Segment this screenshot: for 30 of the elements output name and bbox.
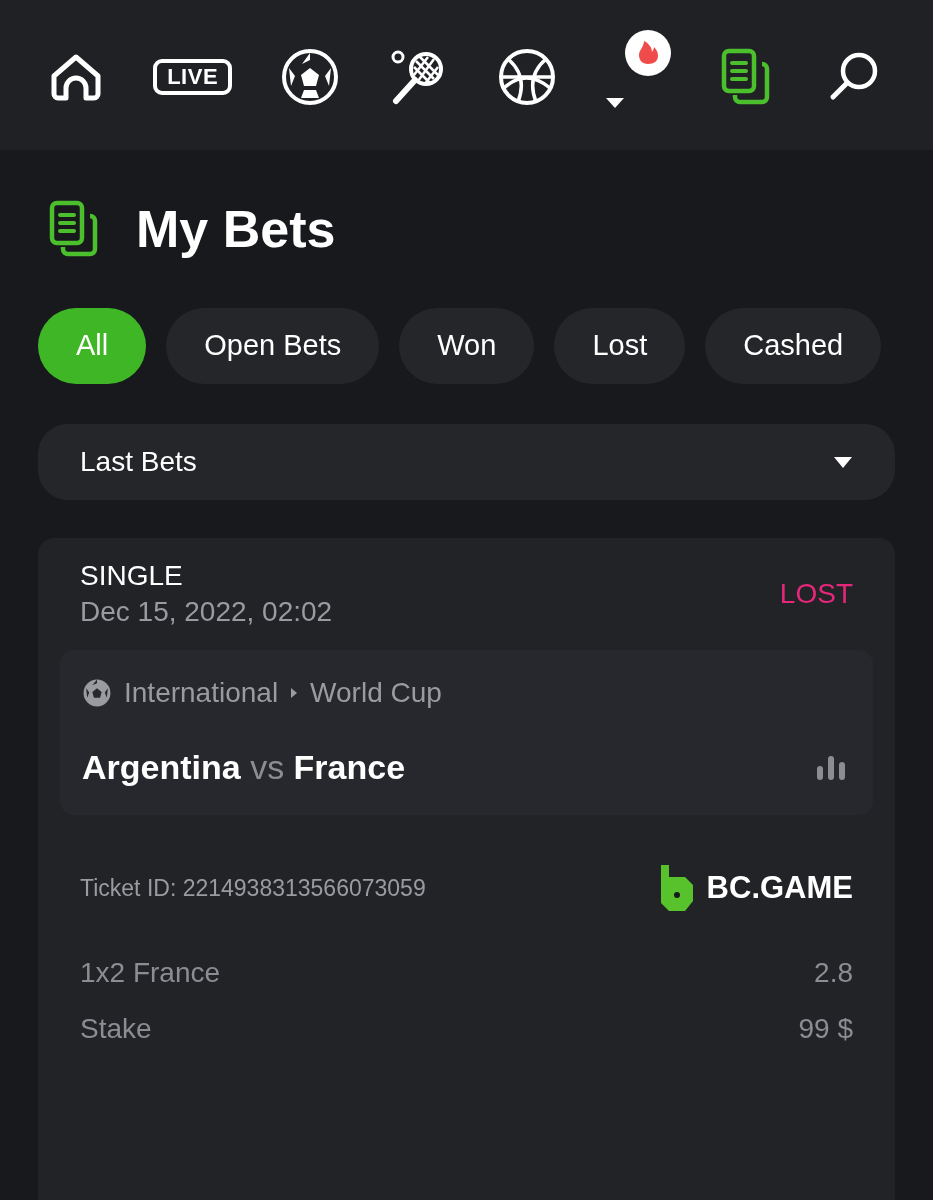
soccer-ball-icon [281,48,340,106]
bet-status: LOST [779,577,853,611]
filter-tab[interactable]: Cashed [705,308,882,384]
brand-logo-icon [658,865,695,912]
detail-label: 1x2 France [80,955,221,990]
stats-icon[interactable] [817,755,845,780]
filter-tab[interactable]: Won [399,308,535,384]
fire-badge-icon [624,30,671,76]
bet-date: Dec 15, 2022, 02:02 [80,595,333,629]
page-title: My Bets [136,199,336,260]
period-dropdown[interactable]: Last Bets [38,424,895,500]
soccer-ball-icon [82,678,112,708]
detail-value: 99 $ [798,1011,853,1046]
filter-tab[interactable]: Open Bets [166,308,380,384]
live-button[interactable]: LIVE [153,59,233,95]
detail-value: 2.8 [814,955,853,990]
league-breadcrumb[interactable]: World Cup [310,672,442,714]
basketball-icon [497,48,556,106]
league-breadcrumb[interactable]: International [124,672,279,714]
filter-tab[interactable]: Lost [554,308,686,384]
ticket-id: Ticket ID: 2214938313566073059 [80,874,426,903]
soccer-nav-button[interactable] [281,48,340,106]
match-teams: Argentina vs France [82,747,406,788]
brand-name: BC.GAME [706,869,853,907]
basketball-nav-button[interactable] [497,48,556,106]
caret-icon [833,455,853,469]
chevron-icon [290,687,299,699]
bet-type: SINGLE [80,559,184,593]
caret-icon [604,96,625,110]
detail-label: Stake [80,1011,152,1046]
